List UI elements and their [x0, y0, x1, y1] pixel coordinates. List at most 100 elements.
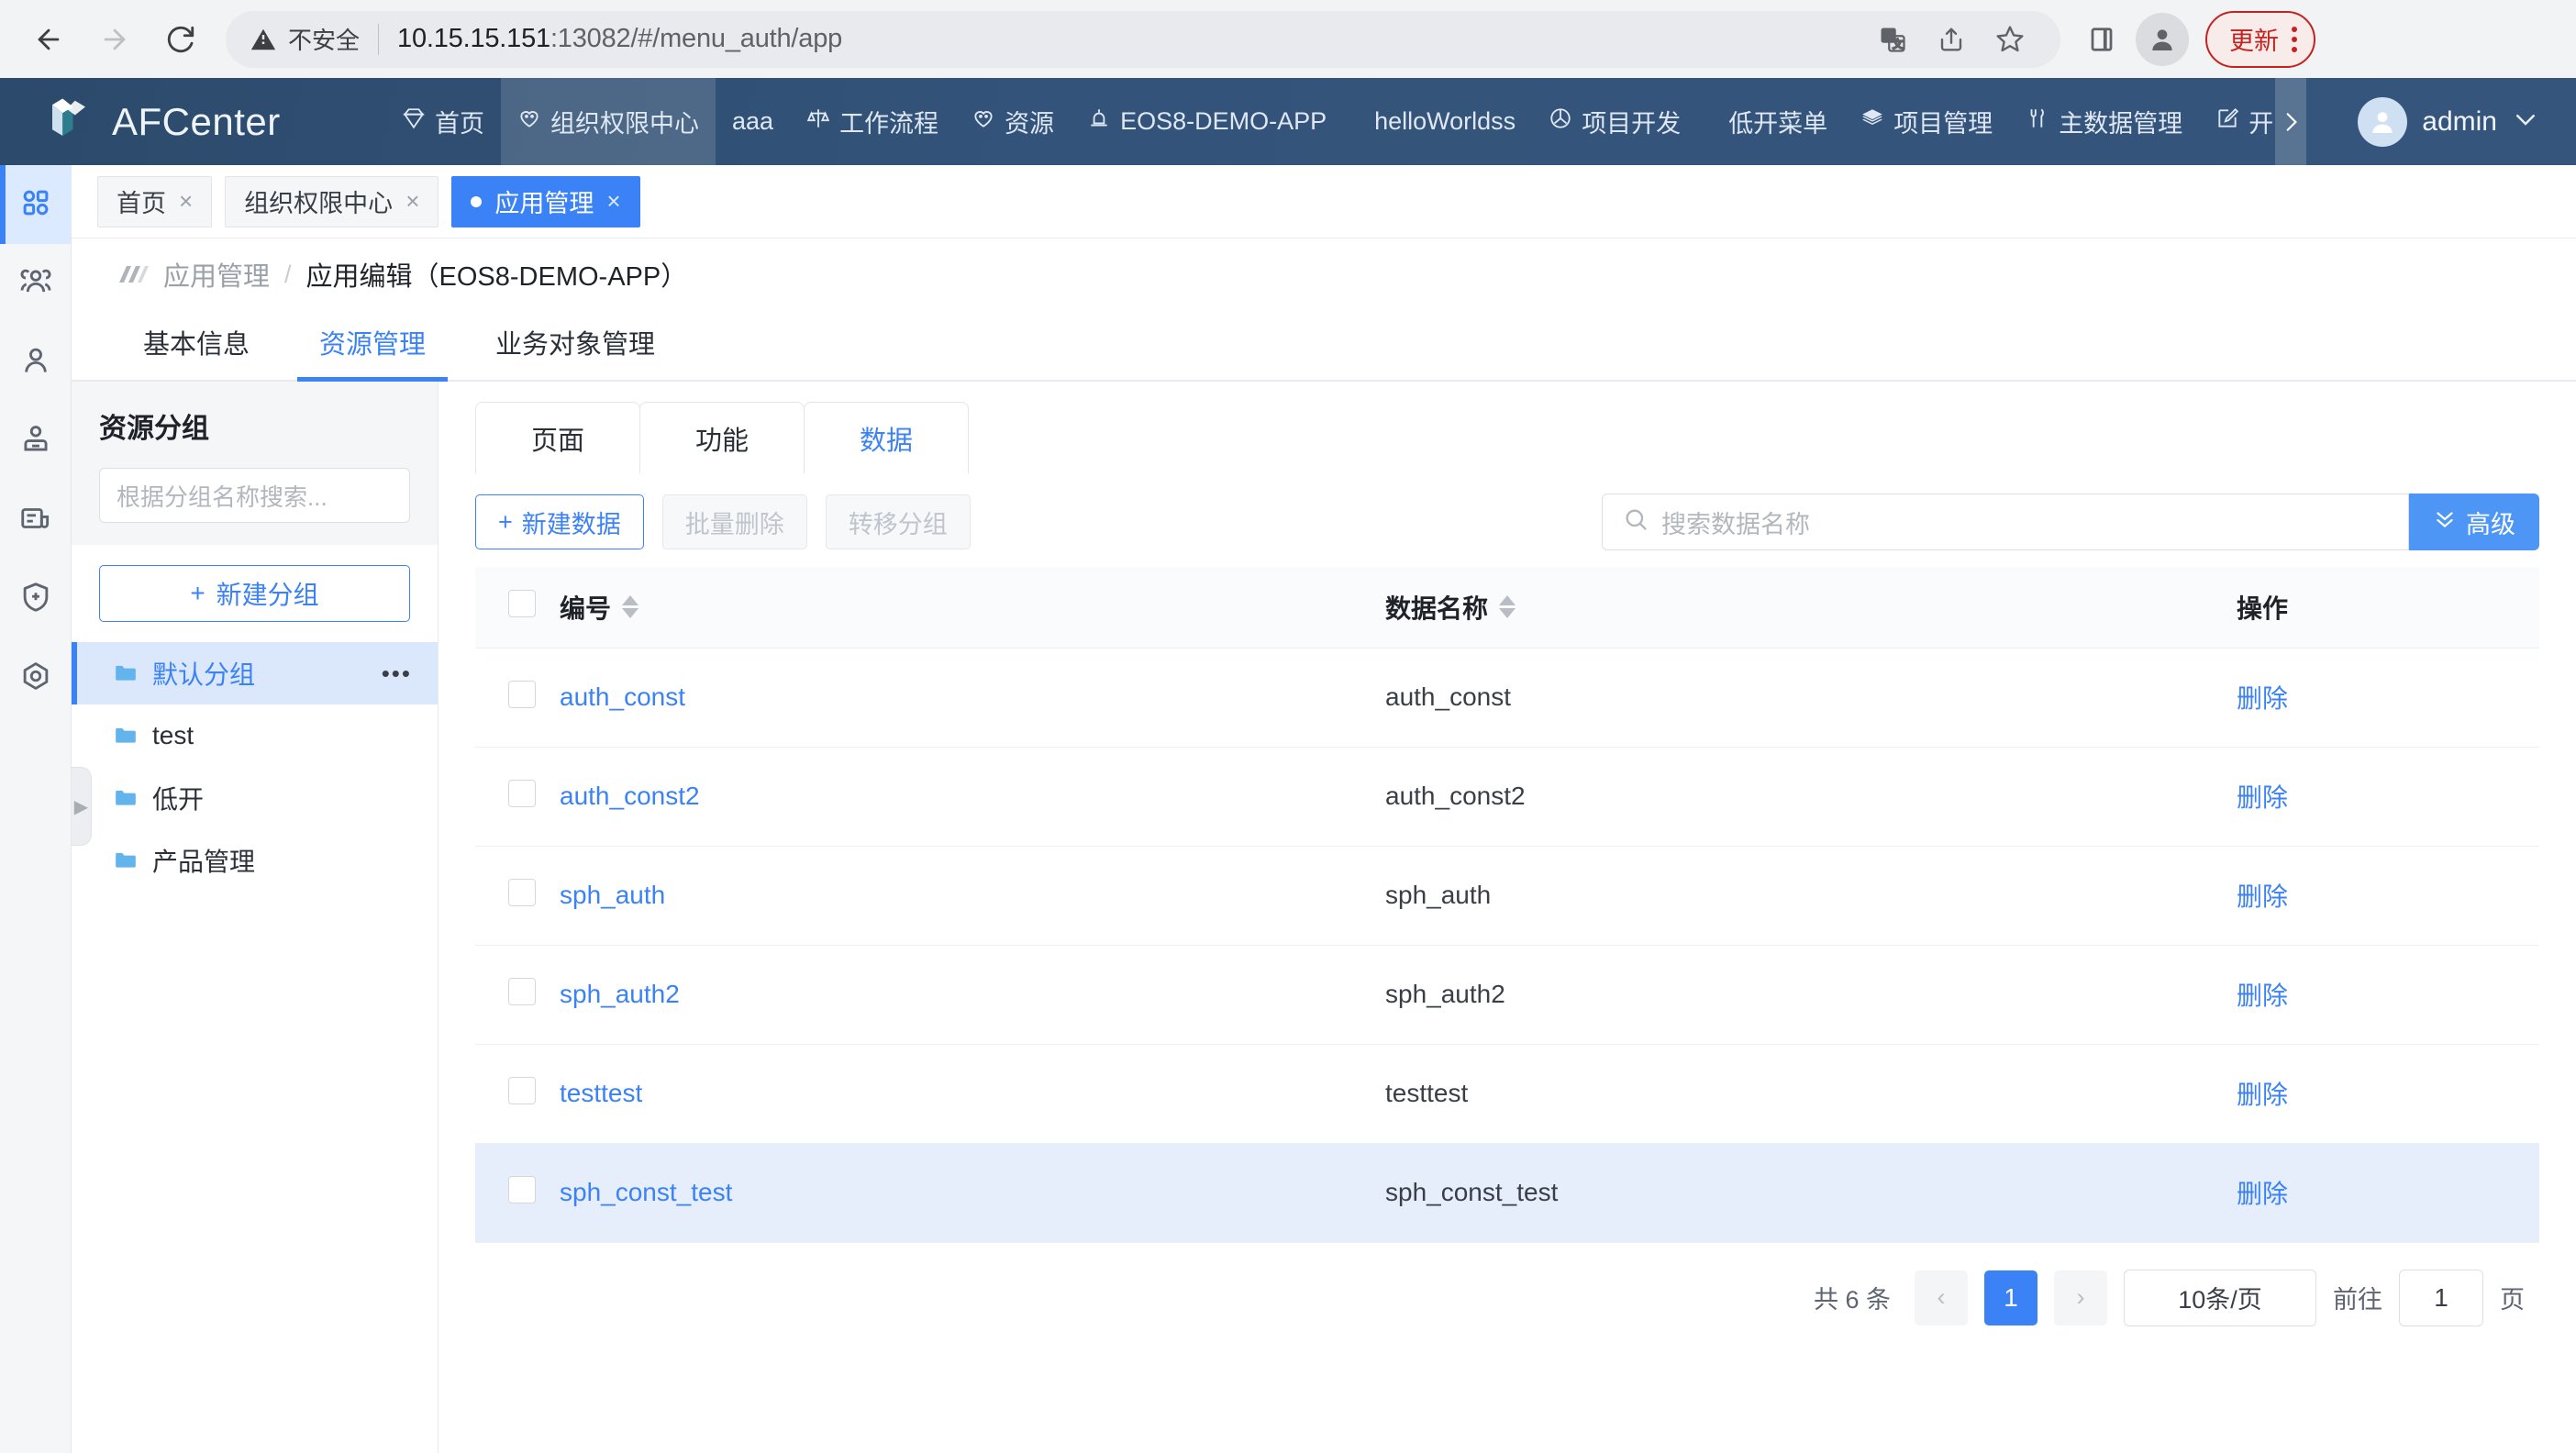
nav-item-dev[interactable]: 开	[2199, 78, 2275, 165]
side-panel-icon[interactable]	[2075, 13, 2128, 66]
nav-label: 项目管理	[1893, 104, 1993, 139]
new-group-button[interactable]: + 新建分组	[99, 565, 410, 622]
page-size-select[interactable]: 10条/页	[2124, 1270, 2316, 1326]
pagination-next-chevron-right-icon[interactable]: ›	[2054, 1270, 2107, 1325]
goto-page-input[interactable]: 1	[2399, 1270, 2483, 1326]
forward-icon[interactable]	[86, 11, 143, 68]
nav-item-helloworldss[interactable]: helloWorldss	[1343, 78, 1532, 165]
star-icon[interactable]	[1983, 13, 2037, 66]
delete-link[interactable]: 删除	[2237, 684, 2288, 713]
nav-item-home[interactable]: 首页	[385, 78, 501, 165]
delete-link[interactable]: 删除	[2237, 1081, 2288, 1109]
table-row[interactable]: sph_auth sph_auth 删除	[475, 846, 2539, 945]
nav-item-resource[interactable]: 资源	[955, 78, 1071, 165]
close-icon[interactable]: ×	[606, 187, 620, 216]
group-search-input[interactable]: 根据分组名称搜索...	[99, 468, 410, 523]
rail-item-document[interactable]	[0, 481, 71, 560]
row-id-link[interactable]: auth_const2	[560, 782, 700, 810]
page-tab-org-auth-center[interactable]: 组织权限中心 ×	[225, 176, 439, 227]
reload-icon[interactable]	[152, 11, 209, 68]
row-id-link[interactable]: testtest	[560, 1079, 642, 1107]
close-icon[interactable]: ×	[179, 187, 193, 216]
nav-item-eos8-demo-app[interactable]: EOS8-DEMO-APP	[1071, 78, 1343, 165]
row-checkbox[interactable]	[508, 780, 536, 807]
group-item-product-management[interactable]: 产品管理	[72, 829, 438, 892]
row-checkbox[interactable]	[508, 681, 536, 708]
nav-item-lowcode-menu[interactable]: 低开菜单	[1697, 78, 1844, 165]
table-row[interactable]: sph_const_test sph_const_test 删除	[475, 1143, 2539, 1242]
advanced-label: 高级	[2466, 505, 2515, 540]
nav-item-project-management[interactable]: 项目管理	[1844, 78, 2009, 165]
panel-collapse-chevron-right-icon[interactable]: ▶	[72, 767, 92, 846]
row-id-link[interactable]: auth_const	[560, 682, 685, 711]
row-id-link[interactable]: sph_const_test	[560, 1178, 732, 1206]
nav-item-aaa[interactable]: aaa	[716, 78, 790, 165]
tab-basic-info[interactable]: 基本信息	[108, 323, 284, 380]
profile-avatar-icon[interactable]	[2136, 13, 2189, 66]
row-id-link[interactable]: sph_auth	[560, 881, 665, 909]
delete-link[interactable]: 删除	[2237, 783, 2288, 812]
pagination-prev-chevron-left-icon[interactable]: ‹	[1915, 1270, 1968, 1325]
delete-link[interactable]: 删除	[2237, 1180, 2288, 1208]
update-button[interactable]: 更新	[2205, 11, 2315, 68]
row-checkbox[interactable]	[508, 1077, 536, 1104]
card-tab-data[interactable]: 数据	[804, 402, 969, 473]
batch-delete-button[interactable]: 批量删除	[662, 494, 807, 549]
group-item-lowcode[interactable]: 低开	[72, 767, 438, 829]
column-header-id[interactable]: 编号	[560, 567, 1385, 648]
translate-icon[interactable]: G文	[1866, 13, 1919, 66]
nav-item-org-auth-center[interactable]: 组织权限中心	[501, 78, 716, 165]
breadcrumb-parent[interactable]: 应用管理	[163, 255, 270, 294]
row-checkbox[interactable]	[508, 1176, 536, 1203]
card-tab-pages[interactable]: 页面	[475, 402, 640, 473]
column-label: 操作	[2237, 594, 2288, 623]
search-input[interactable]: 搜索数据名称	[1602, 494, 2409, 550]
user-menu[interactable]: admin	[2330, 97, 2576, 147]
nav-label: 资源	[1005, 104, 1054, 139]
table-row[interactable]: auth_const auth_const 删除	[475, 648, 2539, 747]
advanced-search-button[interactable]: 高级	[2409, 494, 2539, 550]
new-data-button[interactable]: + 新建数据	[475, 494, 644, 549]
sort-icon[interactable]	[622, 595, 638, 618]
group-item-test[interactable]: test	[72, 704, 438, 767]
chevron-down-icon[interactable]	[2512, 105, 2539, 138]
tools-icon	[2026, 106, 2049, 137]
card-tab-functions[interactable]: 功能	[639, 402, 805, 473]
move-group-button[interactable]: 转移分组	[826, 494, 971, 549]
row-checkbox[interactable]	[508, 978, 536, 1005]
back-icon[interactable]	[20, 11, 77, 68]
pagination-page-1[interactable]: 1	[1984, 1270, 2037, 1325]
rail-item-users-group[interactable]	[0, 244, 71, 323]
table-row[interactable]: sph_auth2 sph_auth2 删除	[475, 945, 2539, 1044]
rail-item-apps-grid[interactable]	[0, 165, 71, 244]
nav-item-workflow[interactable]: 工作流程	[790, 78, 955, 165]
rail-item-target[interactable]	[0, 638, 71, 717]
sort-icon[interactable]	[1499, 595, 1516, 618]
rail-item-user-card[interactable]	[0, 402, 71, 481]
delete-link[interactable]: 删除	[2237, 882, 2288, 911]
address-bar[interactable]: 不安全 10.15.15.151:13082/#/menu_auth/app G…	[226, 11, 2060, 68]
select-all-checkbox[interactable]	[508, 590, 536, 617]
group-search-placeholder: 根据分组名称搜索...	[117, 479, 328, 513]
nav-item-project-dev[interactable]: 项目开发	[1532, 78, 1697, 165]
nav-overflow-chevron-right-icon[interactable]	[2275, 78, 2306, 165]
column-header-name[interactable]: 数据名称	[1385, 567, 2237, 648]
table-row[interactable]: testtest testtest 删除	[475, 1044, 2539, 1143]
tab-resource-management[interactable]: 资源管理	[284, 323, 461, 380]
nav-item-master-data[interactable]: 主数据管理	[2009, 78, 2199, 165]
row-checkbox[interactable]	[508, 879, 536, 906]
share-icon[interactable]	[1925, 13, 1978, 66]
page-tab-home[interactable]: 首页 ×	[97, 176, 212, 227]
brand[interactable]: AFCenter	[0, 94, 385, 149]
ellipsis-icon[interactable]: •••	[382, 660, 412, 688]
delete-link[interactable]: 删除	[2237, 982, 2288, 1010]
page-tab-app-management[interactable]: 应用管理 ×	[451, 176, 639, 227]
tab-business-object-management[interactable]: 业务对象管理	[461, 323, 690, 380]
table-row[interactable]: auth_const2 auth_const2 删除	[475, 747, 2539, 846]
rail-item-shield-plus[interactable]	[0, 560, 71, 638]
rail-item-user[interactable]	[0, 323, 71, 402]
kebab-menu-icon[interactable]	[2292, 27, 2297, 52]
close-icon[interactable]: ×	[405, 187, 419, 216]
group-item-default[interactable]: 默认分组 •••	[72, 642, 438, 704]
row-id-link[interactable]: sph_auth2	[560, 980, 680, 1008]
